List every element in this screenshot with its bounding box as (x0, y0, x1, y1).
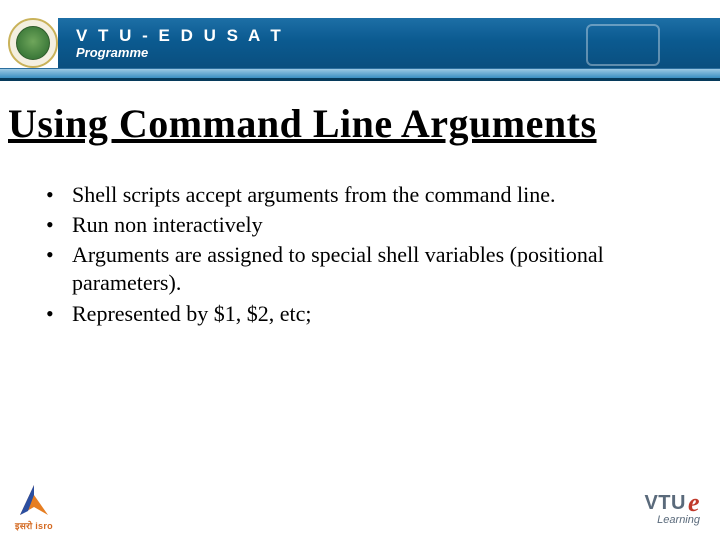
slide-header: V T U - E D U S A T Programme (0, 0, 720, 92)
isro-logo: इसरो isro (14, 481, 54, 532)
list-item: Arguments are assigned to special shell … (38, 241, 682, 297)
list-item: Run non interactively (38, 211, 682, 239)
vtu-elearning-logo: VTUe Learning (644, 488, 700, 526)
isro-arrow-icon (14, 481, 54, 521)
brand-sub: Programme (76, 45, 720, 60)
list-item: Represented by $1, $2, etc; (38, 300, 682, 328)
list-item: Shell scripts accept arguments from the … (38, 181, 682, 209)
vtu-crest-icon (8, 18, 58, 68)
header-bar: V T U - E D U S A T Programme (0, 18, 720, 68)
slide-heading: Using Command Line Arguments (8, 100, 720, 147)
header-divider (0, 78, 720, 81)
header-accent-bar (0, 68, 720, 78)
header-title-block: V T U - E D U S A T Programme (58, 18, 720, 68)
slide-content: Shell scripts accept arguments from the … (38, 181, 682, 328)
brand-main: V T U - E D U S A T (76, 26, 720, 46)
bullet-list: Shell scripts accept arguments from the … (38, 181, 682, 328)
